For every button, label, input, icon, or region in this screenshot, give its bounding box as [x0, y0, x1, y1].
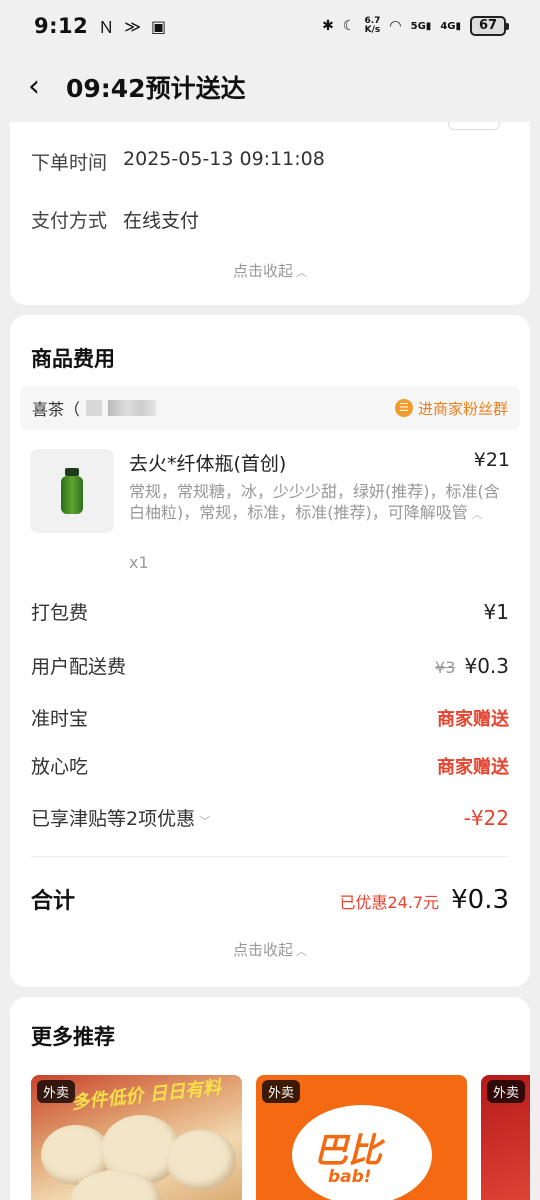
top-header: ‹ 09:42预计送达: [0, 52, 540, 122]
packing-fee-row: 打包费 ¥1: [31, 598, 509, 625]
brand-name-cn: 巴比: [314, 1131, 382, 1171]
discount-row: 已享津贴等2项优惠 ﹀ -¥22: [31, 804, 509, 831]
recommend-section-title: 更多推荐: [31, 1025, 115, 1049]
goods-fee-card: 商品费用 喜茶（ ☰ 进商家粉丝群 去火*纤体瓶(首创) ¥21 常规，常规糖，…: [10, 315, 530, 987]
net-speed: 6.7 K/s: [364, 16, 381, 35]
bottle-cap: [65, 468, 79, 476]
moon-icon: ☾: [342, 18, 356, 34]
chevron-up-icon: ︿: [296, 266, 307, 279]
signal-4g: 4G▮: [440, 20, 461, 32]
chevron-up-icon: ︿: [296, 945, 307, 958]
safe-eat-value: 商家赠送: [437, 757, 509, 778]
ontime-label: 准时宝: [31, 708, 89, 730]
product-quantity: x1: [129, 553, 149, 572]
ontime-row: 准时宝 商家赠送: [31, 704, 509, 731]
payment-label: 支付方式: [31, 210, 108, 232]
status-time: 9:12: [34, 14, 89, 38]
join-fan-group-link[interactable]: ☰ 进商家粉丝群: [394, 398, 508, 419]
fan-group-label: 进商家粉丝群: [417, 399, 508, 418]
status-bar: 9:12 Ｎ ≫ ▣ ✱ ☾ 6.7 K/s ◠ 5G▮ 4G▮ 67: [0, 0, 540, 52]
copy-button-partial[interactable]: [448, 122, 500, 130]
takeout-badge: 外卖: [262, 1080, 301, 1103]
divider: [31, 856, 509, 857]
product-name: 去火*纤体瓶(首创): [129, 453, 287, 475]
signal-5g: 5G▮: [410, 20, 432, 32]
packing-fee-label: 打包费: [31, 602, 89, 624]
page-title: 09:42预计送达: [66, 74, 246, 103]
recommend-item[interactable]: 外卖: [481, 1075, 530, 1200]
payment-value: 在线支付: [123, 210, 200, 232]
safe-eat-label: 放心吃: [31, 756, 89, 778]
payment-row: 支付方式 在线支付: [31, 206, 199, 233]
ontime-value: 商家赠送: [437, 709, 509, 730]
delivery-fee-original: ¥3: [435, 658, 456, 677]
chevron-up-icon: ︿: [471, 508, 483, 521]
takeout-badge: 外卖: [37, 1080, 76, 1103]
packing-fee-value: ¥1: [483, 600, 509, 624]
discount-value: -¥22: [463, 806, 509, 830]
recommend-item[interactable]: 外卖 巴比 bab!: [256, 1075, 467, 1200]
discount-expand-button[interactable]: 已享津贴等2项优惠 ﹀: [31, 804, 210, 831]
takeout-badge: 外卖: [487, 1080, 526, 1103]
delivery-fee-label: 用户配送费: [31, 656, 127, 678]
order-time-label: 下单时间: [31, 152, 108, 174]
saved-amount: 已优惠24.7元: [339, 893, 440, 912]
product-price: ¥21: [473, 449, 510, 471]
store-bar: 喜茶（ ☰ 进商家粉丝群: [20, 386, 520, 430]
safe-eat-row: 放心吃 商家赠送: [31, 752, 509, 779]
promo-banner-text: 多件低价 日日有料: [70, 1077, 223, 1114]
product-image[interactable]: [30, 449, 114, 533]
total-value: ¥0.3: [451, 885, 509, 915]
bottle-body: [61, 476, 83, 514]
battery-icon: 67: [470, 16, 509, 36]
order-time-row: 下单时间 2025-05-13 09:11:08: [31, 148, 325, 175]
wifi-icon: ◠: [389, 18, 402, 34]
nfc-icon: Ｎ: [98, 18, 115, 37]
order-info-card: 下单时间 2025-05-13 09:11:08 支付方式 在线支付 点击收起 ︿: [10, 122, 530, 305]
store-name[interactable]: 喜茶（: [32, 396, 157, 420]
delivery-fee-row: 用户配送费 ¥3 ¥0.3: [31, 652, 509, 679]
goods-section-title: 商品费用: [31, 347, 115, 371]
collapse-goods-button[interactable]: 点击收起 ︿: [10, 939, 530, 960]
recommend-card: 更多推荐 外卖 多件低价 日日有料 外卖 巴比 bab! 外卖: [10, 997, 530, 1200]
chevron-down-icon: ﹀: [199, 815, 211, 828]
recommend-item[interactable]: 外卖 多件低价 日日有料: [31, 1075, 242, 1200]
tv-app-icon: ▣: [151, 16, 167, 36]
delivery-fee-value: ¥0.3: [464, 654, 509, 678]
dumpling-image: [166, 1130, 236, 1190]
total-label: 合计: [31, 889, 76, 914]
app-notification-icon: ≫: [124, 16, 141, 36]
back-arrow-icon[interactable]: ‹: [28, 72, 56, 102]
total-row: 合计 已优惠24.7元 ¥0.3: [31, 883, 509, 915]
collapse-order-info-button[interactable]: 点击收起 ︿: [10, 260, 530, 281]
redacted-block: [86, 400, 103, 416]
product-spec[interactable]: 常规，常规糖，冰，少少少甜，绿妍(推荐)，标准(含白柚粒)，常规，标准，标准(推…: [129, 481, 513, 525]
chat-bubble-icon: ☰: [394, 399, 413, 417]
redacted-block: [108, 400, 157, 416]
brand-name-en: bab!: [328, 1167, 372, 1187]
order-time-value: 2025-05-13 09:11:08: [123, 148, 325, 170]
bluetooth-icon: ✱: [322, 18, 334, 34]
